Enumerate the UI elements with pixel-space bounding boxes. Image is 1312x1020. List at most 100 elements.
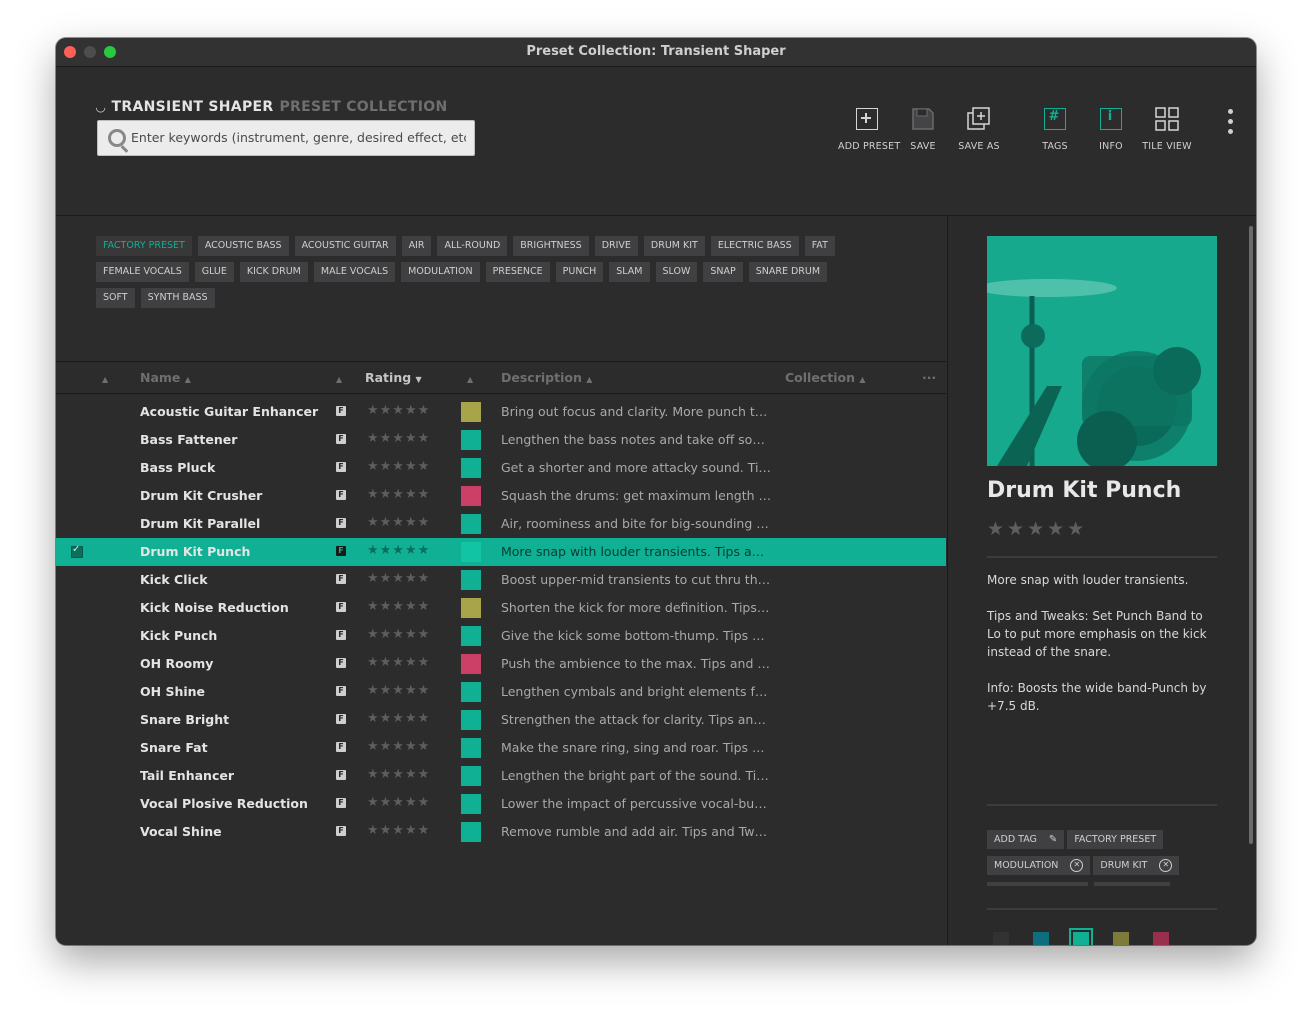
preset-description: Push the ambience to the max. Tips and T… <box>501 656 771 671</box>
color-swatch <box>461 598 481 618</box>
tag-underline <box>1094 882 1170 886</box>
column-collection[interactable]: Collection ▲ <box>785 370 865 385</box>
remove-tag-icon[interactable]: ✕ <box>1070 859 1084 872</box>
table-row[interactable]: Drum Kit Crusher F ★★★★★ Squash the drums: … <box>56 482 946 510</box>
brand: ◡ TRANSIENT SHAPER PRESET COLLECTION <box>96 99 447 115</box>
rating-stars[interactable]: ★★★★★ <box>367 795 430 810</box>
preset-info-panel: Drum Kit Punch ★★★★★ More snap with loud… <box>947 216 1256 945</box>
rating-stars[interactable]: ★★★★★ <box>367 543 430 558</box>
tag-filter-chip[interactable]: MALE VOCALS <box>313 262 396 282</box>
table-row[interactable]: OH Roomy F ★★★★★ Push the ambience to the m… <box>56 650 946 678</box>
tag-filter-chip[interactable]: FACTORY PRESET <box>96 236 192 256</box>
tag-filter-chip[interactable]: SYNTH BASS <box>140 288 215 308</box>
rating-stars[interactable]: ★★★★★ <box>367 683 430 698</box>
tag-filter-chip[interactable]: SNARE DRUM <box>748 262 828 282</box>
search-icon <box>108 129 126 147</box>
color-option[interactable] <box>1073 932 1089 945</box>
rating-stars[interactable]: ★★★★★ <box>367 655 430 670</box>
preset-description: Lengthen the bright part of the sound. T… <box>501 768 771 783</box>
tag-filter-chip[interactable]: SNAP <box>703 262 743 282</box>
tag-filter-chip[interactable]: FEMALE VOCALS <box>96 262 189 282</box>
color-option[interactable] <box>993 932 1009 945</box>
tag-filter-chip[interactable]: GLUE <box>194 262 234 282</box>
rating-stars[interactable]: ★★★★★ <box>367 571 430 586</box>
table-row[interactable]: Drum Kit Parallel F ★★★★★ Air, roominess an… <box>56 510 946 538</box>
preset-tag: FACTORY PRESET <box>1067 830 1164 849</box>
brand-name: TRANSIENT SHAPER <box>111 99 274 115</box>
tag-filter-chip[interactable]: PRESENCE <box>485 262 550 282</box>
rating-stars[interactable]: ★★★★★ <box>367 459 430 474</box>
tag-filter-chip[interactable]: BRIGHTNESS <box>513 236 589 256</box>
factory-badge-icon: F <box>336 490 346 500</box>
tag-filter-chip[interactable]: ACOUSTIC BASS <box>197 236 289 256</box>
tag-filter-chip[interactable]: DRUM KIT <box>643 236 705 256</box>
factory-badge-icon: F <box>336 602 346 612</box>
color-option[interactable] <box>1033 932 1049 945</box>
table-row[interactable]: OH Shine F ★★★★★ Lengthen cymbals and brigh… <box>56 678 946 706</box>
hash-glyph: # <box>1048 109 1060 124</box>
rating-stars[interactable]: ★★★★★ <box>367 711 430 726</box>
column-name[interactable]: Name ▲ <box>140 370 191 385</box>
save-button[interactable]: SAVE <box>906 107 940 152</box>
color-option[interactable] <box>1153 932 1169 945</box>
tag-filter-chip[interactable]: ALL-ROUND <box>437 236 508 256</box>
tag-filter-chip[interactable]: SOFT <box>96 288 135 308</box>
sort-color-column[interactable]: ▲ <box>467 370 473 385</box>
tag-filter-chip[interactable]: SLAM <box>609 262 650 282</box>
preset-tags: ADD TAG ✎ FACTORY PRESET MODULATION ✕ DRUM K… <box>987 830 1227 882</box>
preset-name: Kick Punch <box>140 628 218 643</box>
column-rating[interactable]: Rating ▼ <box>365 370 422 385</box>
table-row[interactable]: Snare Fat F ★★★★★ Make the snare ring, sing… <box>56 734 946 762</box>
tag-filter-chip[interactable]: SLOW <box>655 262 698 282</box>
row-checkbox[interactable] <box>71 544 83 558</box>
scrollbar[interactable] <box>1249 226 1253 844</box>
rating-stars[interactable]: ★★★★★ <box>367 767 430 782</box>
search-box <box>97 120 475 156</box>
table-row[interactable]: Kick Noise Reduction F ★★★★★ Shorten the ki… <box>56 594 946 622</box>
remove-tag-icon[interactable]: ✕ <box>1159 859 1173 872</box>
add-preset-button[interactable]: ADD PRESET <box>838 107 900 152</box>
rating-stars[interactable]: ★★★★★ <box>367 431 430 446</box>
tag-filter-chip[interactable]: DRIVE <box>594 236 638 256</box>
tag-filter-chip[interactable]: ELECTRIC BASS <box>710 236 799 256</box>
preset-rating[interactable]: ★★★★★ <box>987 518 1087 540</box>
table-row[interactable]: Vocal Plosive Reduction F ★★★★★ Lower the i… <box>56 790 946 818</box>
rating-stars[interactable]: ★★★★★ <box>367 403 430 418</box>
tag-filter-chip[interactable]: MODULATION <box>401 262 480 282</box>
table-row[interactable]: Acoustic Guitar Enhancer F ★★★★★ Bring out … <box>56 398 946 426</box>
rating-stars[interactable]: ★★★★★ <box>367 739 430 754</box>
sort-favorite-column[interactable]: ▲ <box>336 370 342 385</box>
rating-stars[interactable]: ★★★★★ <box>367 627 430 642</box>
column-options-icon[interactable]: ··· <box>922 370 936 385</box>
table-row[interactable]: Bass Pluck F ★★★★★ Get a shorter and more a… <box>56 454 946 482</box>
table-row[interactable]: Tail Enhancer F ★★★★★ Lengthen the bright p… <box>56 762 946 790</box>
tag-filter-chip[interactable]: ACOUSTIC GUITAR <box>294 236 396 256</box>
color-option[interactable] <box>1113 932 1129 945</box>
search-input[interactable] <box>131 121 466 153</box>
table-row[interactable]: Kick Click F ★★★★★ Boost upper-mid transien… <box>56 566 946 594</box>
table-row[interactable]: Snare Bright F ★★★★★ Strengthen the attack … <box>56 706 946 734</box>
rating-stars[interactable]: ★★★★★ <box>367 823 430 838</box>
tag-filter-chip[interactable]: FAT <box>804 236 835 256</box>
more-options-icon[interactable] <box>1228 109 1234 139</box>
tile-view-button[interactable]: TILE VIEW <box>1142 107 1192 152</box>
preset-tag: MODULATION ✕ <box>987 856 1091 875</box>
rating-stars[interactable]: ★★★★★ <box>367 599 430 614</box>
table-row[interactable]: Bass Fattener F ★★★★★ Lengthen the bass not… <box>56 426 946 454</box>
preset-name: Vocal Shine <box>140 824 222 839</box>
tags-button[interactable]: # TAGS <box>1038 107 1072 152</box>
sort-select-column[interactable]: ▲ <box>102 370 108 385</box>
table-row[interactable]: Kick Punch F ★★★★★ Give the kick some botto… <box>56 622 946 650</box>
rating-stars[interactable]: ★★★★★ <box>367 515 430 530</box>
add-tag-button[interactable]: ADD TAG ✎ <box>987 830 1065 849</box>
preset-description: Lower the impact of percussive vocal-bum… <box>501 796 771 811</box>
tag-filter-chip[interactable]: PUNCH <box>555 262 604 282</box>
info-button[interactable]: i INFO <box>1094 107 1128 152</box>
tag-filter-chip[interactable]: KICK DRUM <box>239 262 308 282</box>
rating-stars[interactable]: ★★★★★ <box>367 487 430 502</box>
tag-filter-chip[interactable]: AIR <box>401 236 432 256</box>
column-description[interactable]: Description ▲ <box>501 370 592 385</box>
table-row[interactable]: Vocal Shine F ★★★★★ Remove rumble and add a… <box>56 818 946 846</box>
save-as-button[interactable]: SAVE AS <box>956 107 1002 152</box>
table-row[interactable]: Drum Kit Punch F ★★★★★ More snap with loude… <box>56 538 946 566</box>
